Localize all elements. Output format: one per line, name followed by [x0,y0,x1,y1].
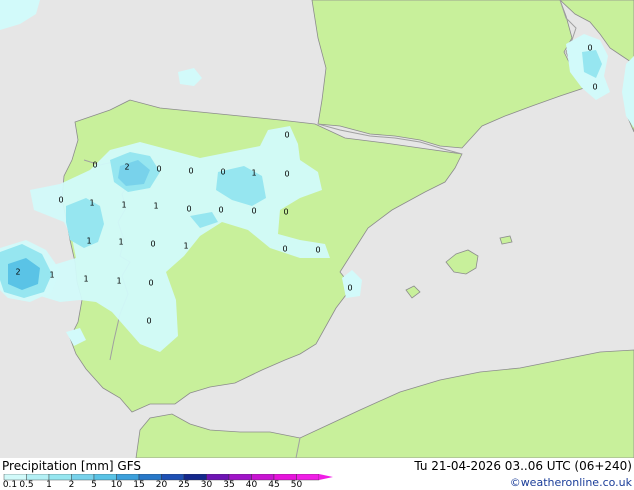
precip-mid-1 [66,198,104,248]
map-value-label: 0 [283,208,288,217]
map-value-label: 0 [251,207,256,216]
map-value-label: 0 [347,284,352,293]
map-value-label: 0 [146,317,151,326]
map-value-label: 0 [284,131,289,140]
color-scale-label: 30 [200,480,213,490]
copyright[interactable]: ©weatheronline.co.uk [510,476,632,489]
map-value-label: 0 [284,170,289,179]
map-value-label: 0 [592,83,597,92]
map-value-label: 0 [92,161,97,170]
map-value-label: 2 [124,163,129,172]
map-value-label: 0 [587,44,592,53]
map-value-label: 1 [49,271,54,280]
map-value-label: 0 [58,196,63,205]
precipitation-map: 0 0 2 0 0 0 1 0 0 1 1 1 0 0 0 0 1 1 0 1 0 0 2 1 1 1 0 0 0 0 0 [0,0,634,458]
color-scale-label: 1 [46,480,52,490]
color-scale-label: 0.1 [2,480,18,490]
map-value-label: 1 [183,242,188,251]
color-scale-labels: 0.1 0.5 1 2 5 10 15 20 25 30 35 40 45 50 [0,480,340,490]
color-scale-label: 45 [268,480,280,490]
color-scale-label: 25 [178,480,190,490]
map-value-label: 0 [188,167,193,176]
map-value-label: 1 [251,169,256,178]
legend-title: Precipitation [mm] GFS [2,459,141,473]
map-value-label: 2 [15,268,20,277]
color-scale-label: 5 [91,480,97,490]
color-scale-label: 50 [290,480,303,490]
map-value-label: 0 [282,245,287,254]
map-value-label: 0 [220,168,225,177]
map-value-label: 1 [116,277,121,286]
map-value-label: 1 [83,275,88,284]
color-scale-label: 40 [245,480,258,490]
run-info: Tu 21-04-2026 03..06 UTC (06+240) [414,459,632,473]
legend-title-model: GFS [117,459,141,473]
legend-title-variable: Precipitation [mm] [2,459,114,473]
color-scale-label: 15 [133,480,145,490]
map-value-label: 1 [89,199,94,208]
map-value-label: 0 [150,240,155,249]
map-value-label: 1 [153,202,158,211]
map-value-label: 0 [186,205,191,214]
color-scale-label: 35 [223,480,235,490]
map-canvas: 0 0 2 0 0 0 1 0 0 1 1 1 0 0 0 0 1 1 0 1 0 0 2 1 1 1 0 0 0 0 0 [0,0,634,458]
color-scale-label: 20 [155,480,168,490]
map-value-label: 0 [156,165,161,174]
legend-bar: Precipitation [mm] GFS Tu 21-04-2026 03.… [0,458,634,490]
map-value-label: 0 [315,246,320,255]
color-scale-label: 10 [110,480,123,490]
map-value-label: 1 [118,238,123,247]
color-scale-label: 0.5 [19,480,34,490]
map-value-label: 0 [148,279,153,288]
map-value-label: 0 [218,206,223,215]
map-value-label: 1 [86,237,91,246]
map-value-label: 1 [121,201,126,210]
color-scale-label: 2 [68,480,75,490]
